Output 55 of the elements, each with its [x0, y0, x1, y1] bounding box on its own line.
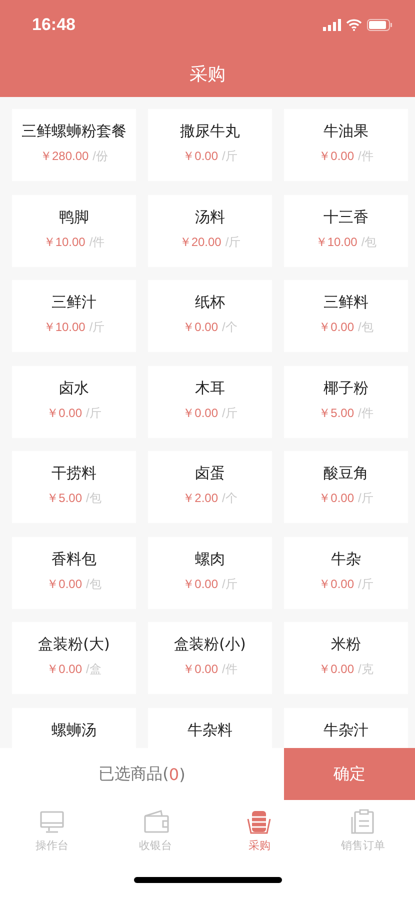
product-price: ￥0.00	[318, 576, 354, 592]
product-name: 三鲜汁	[52, 293, 96, 311]
product-price: ￥0.00	[182, 319, 218, 336]
product-name: 螺蛳汤	[52, 720, 96, 738]
product-name: 木耳	[195, 378, 225, 396]
page-title: 采购	[190, 62, 226, 86]
product-card[interactable]: 螺蛳汤	[12, 708, 136, 748]
product-name: 汤料	[195, 208, 225, 226]
product-price: ￥0.00	[318, 490, 354, 507]
product-price: ￥280.00	[40, 148, 89, 165]
product-price: ￥2.00	[182, 490, 218, 507]
product-price: ￥0.00	[182, 576, 218, 592]
signal-icon	[323, 19, 341, 31]
product-name: 香料包	[52, 550, 96, 568]
product-name: 三鲜螺蛳粉套餐	[22, 122, 126, 140]
product-price: ￥5.00	[318, 404, 354, 422]
product-price: ￥0.00	[182, 148, 218, 165]
product-name: 牛油果	[324, 122, 368, 140]
product-name: 盒装粉(大)	[38, 635, 110, 653]
product-price: ￥0.00	[318, 661, 354, 678]
product-price: ￥0.00	[318, 319, 354, 336]
product-name: 盒装粉(小)	[174, 635, 246, 653]
product-name: 卤水	[59, 378, 89, 396]
product-name: 酸豆角	[324, 464, 368, 482]
product-price: ￥20.00	[179, 234, 222, 250]
product-price: ￥5.00	[46, 490, 82, 507]
product-price: ￥0.00	[182, 404, 218, 422]
product-name: 十三香	[324, 208, 368, 226]
product-name: 撒尿牛丸	[180, 122, 240, 140]
battery-icon	[367, 19, 393, 31]
wallet-icon	[142, 808, 170, 834]
product-name: 卤蛋	[195, 464, 225, 482]
product-name: 米粉	[331, 635, 361, 653]
product-name: 牛杂	[331, 550, 361, 568]
product-name: 干捞料	[52, 464, 96, 482]
product-price: ￥0.00	[46, 576, 82, 592]
product-name: 牛杂汁	[324, 720, 368, 738]
product-price: ￥0.00	[318, 148, 354, 165]
status-time: 16:48	[32, 15, 76, 35]
selected-count: 已选商品(0)	[98, 762, 186, 786]
product-price: ￥0.00	[182, 661, 218, 678]
product-price: ￥10.00	[43, 234, 86, 250]
product-name: 纸杯	[195, 293, 225, 311]
product-card[interactable]: 牛杂料	[148, 708, 272, 748]
wifi-icon	[346, 19, 362, 31]
product-price: ￥10.00	[315, 234, 358, 250]
product-name: 三鲜料	[324, 293, 368, 311]
product-name: 椰子粉	[324, 378, 368, 396]
product-price: ￥0.00	[46, 404, 82, 422]
product-name: 螺肉	[195, 550, 225, 568]
product-name: 牛杂料	[188, 720, 232, 738]
product-price: ￥0.00	[46, 661, 82, 678]
product-name: 鸭脚	[59, 208, 89, 226]
product-price: ￥10.00	[43, 319, 86, 336]
product-card[interactable]: 牛杂汁	[284, 708, 408, 748]
